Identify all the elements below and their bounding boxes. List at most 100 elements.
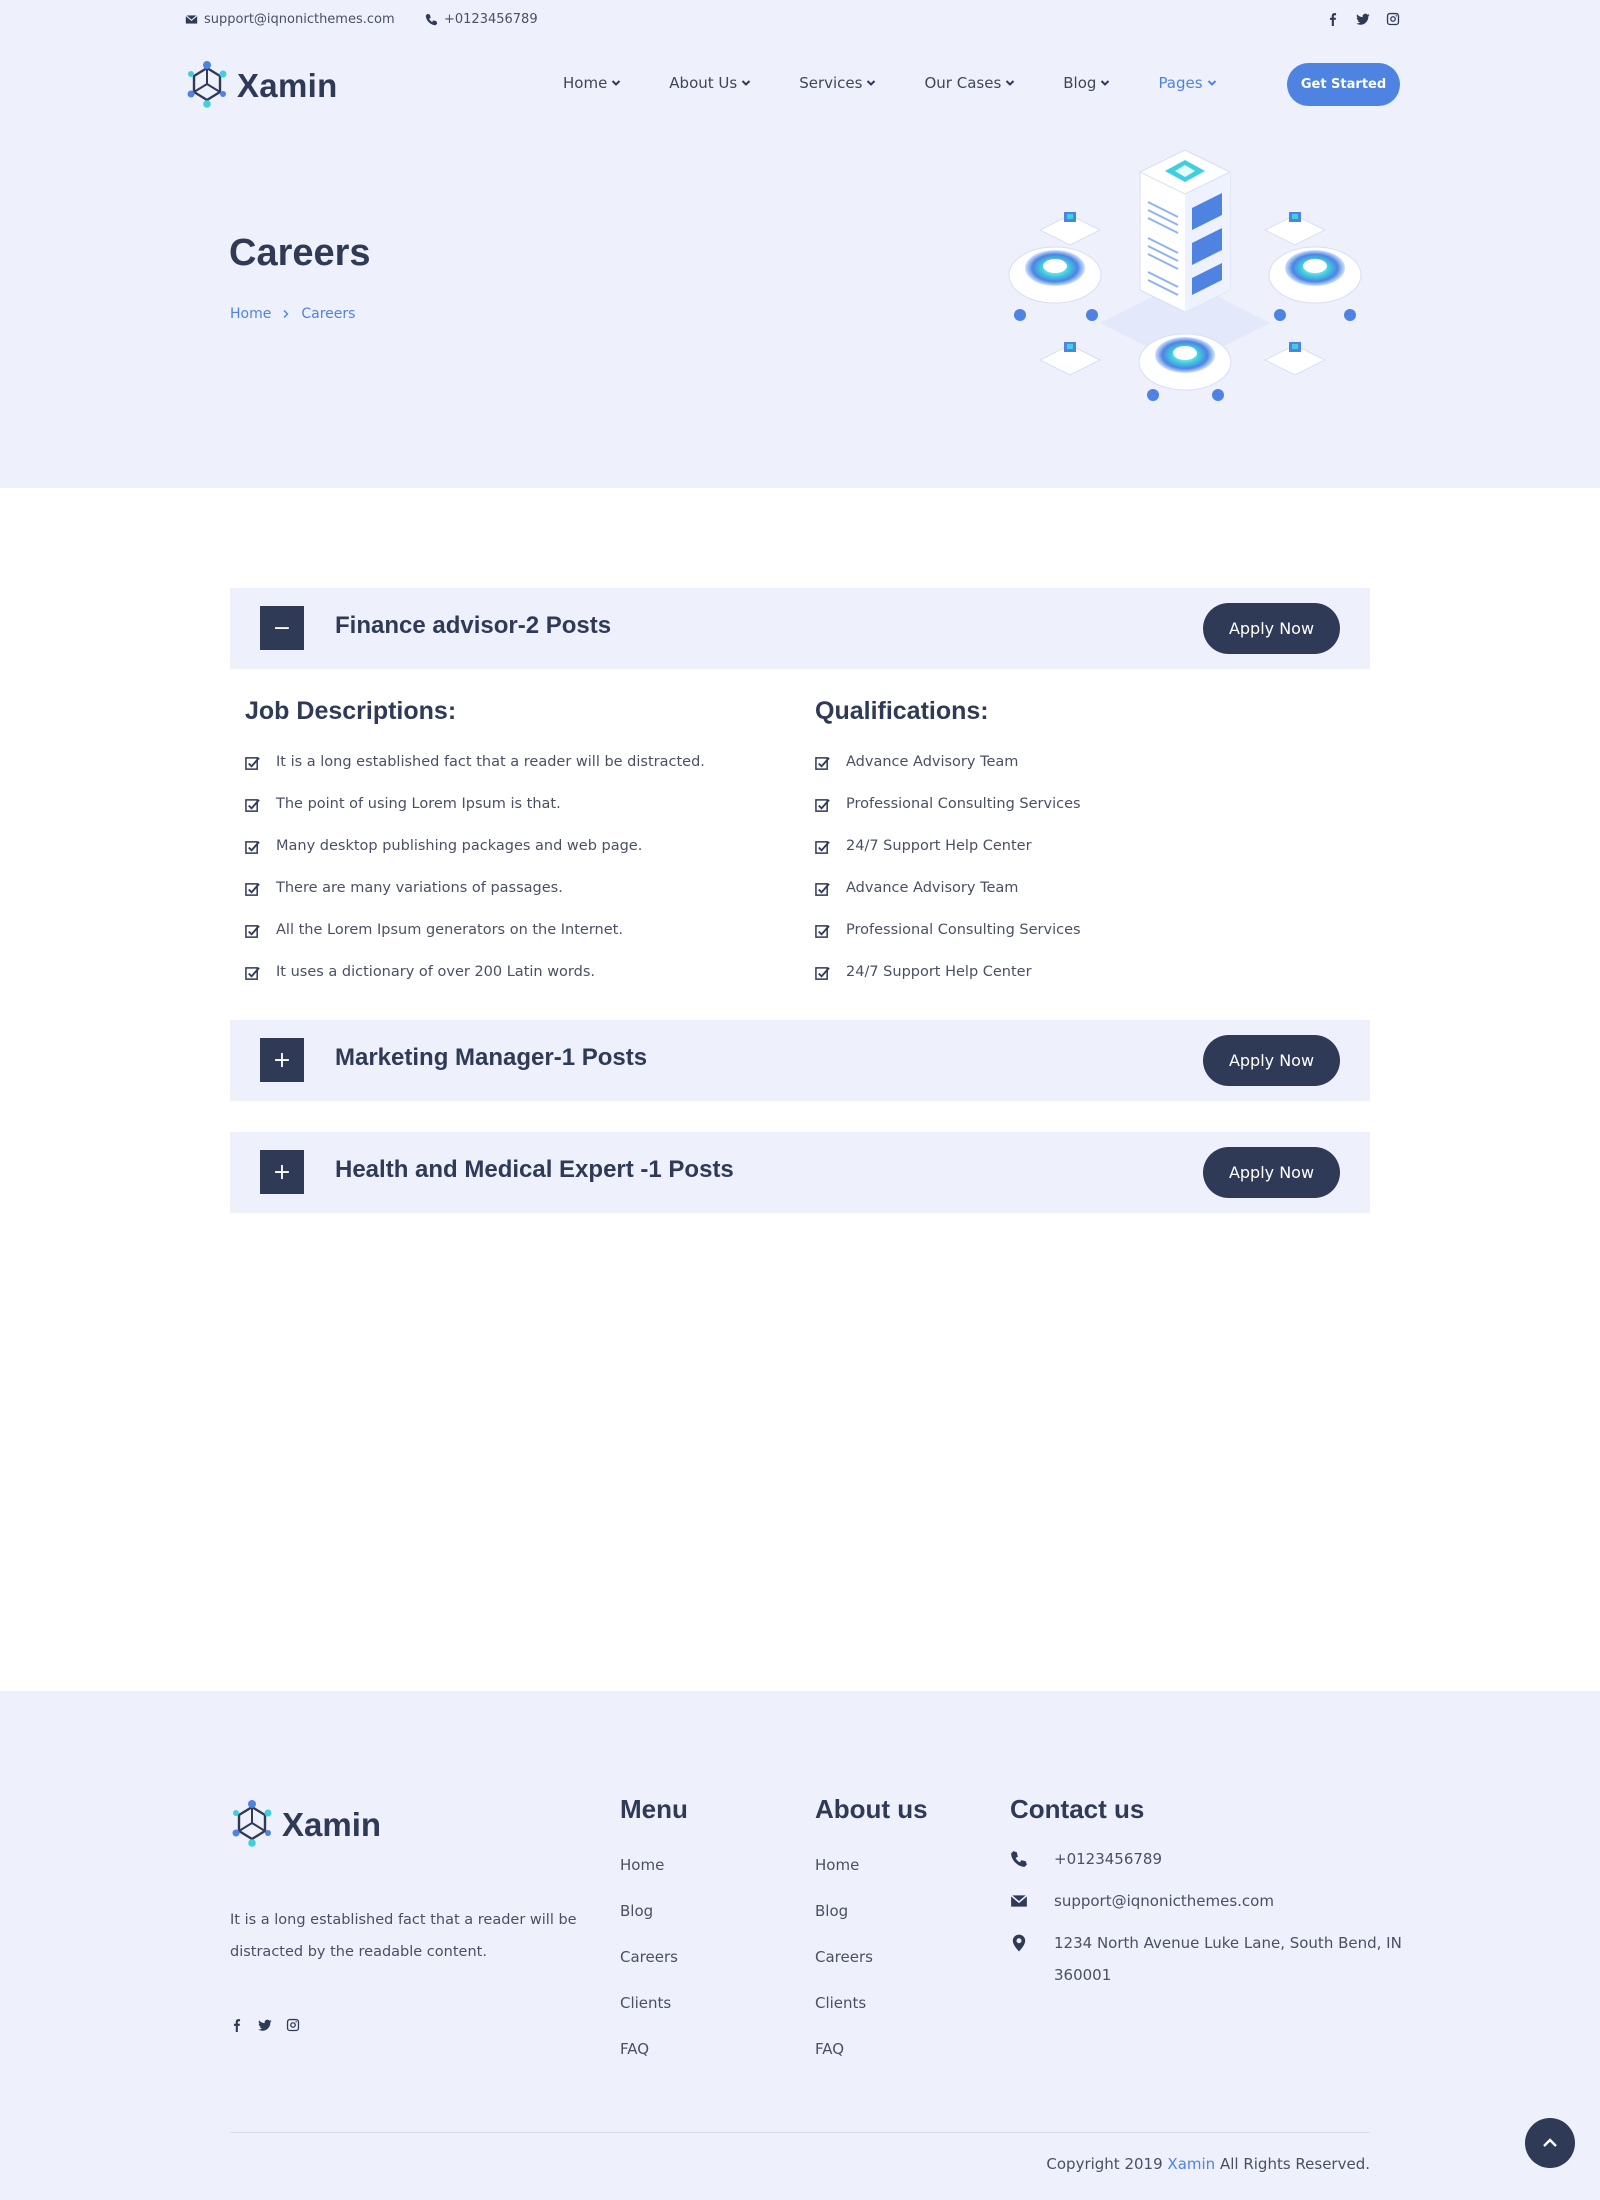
footer-brand-name: Xamin	[282, 1806, 382, 1843]
chevron-down-icon	[1006, 80, 1015, 86]
nav-item-label: Services	[799, 74, 863, 92]
footer-link[interactable]: Clients	[815, 1994, 873, 2040]
list-item: Many desktop publishing packages and web…	[245, 838, 705, 880]
facebook-icon[interactable]	[1326, 12, 1340, 26]
breadcrumb-current: Careers	[301, 306, 356, 322]
contact-email-text: support@iqnonicthemes.com	[1054, 1892, 1274, 1910]
brand-logo-link[interactable]: Xamin	[185, 60, 338, 112]
footer-contact-phone[interactable]: +0123456789	[1010, 1843, 1410, 1875]
facebook-icon[interactable]	[230, 2017, 244, 2032]
topbar-phone[interactable]: +0123456789	[425, 12, 538, 27]
breadcrumb-home-link[interactable]: Home	[230, 306, 271, 322]
contact-address-text: 1234 North Avenue Luke Lane, South Bend,…	[1054, 1934, 1402, 1984]
instagram-icon[interactable]	[286, 2017, 300, 2032]
footer-contact-email[interactable]: support@iqnonicthemes.com	[1010, 1885, 1410, 1917]
topbar-email[interactable]: support@iqnonicthemes.com	[185, 12, 395, 27]
job-title[interactable]: Marketing Manager-1 Posts	[335, 1044, 647, 1072]
job-title[interactable]: Health and Medical Expert -1 Posts	[335, 1156, 734, 1184]
job-accordion-header[interactable]: + Health and Medical Expert -1 Posts App…	[230, 1132, 1370, 1213]
instagram-icon[interactable]	[1386, 12, 1400, 26]
list-item-text: There are many variations of passages.	[276, 880, 563, 896]
list-item-text: 24/7 Support Help Center	[846, 964, 1032, 980]
list-item: Professional Consulting Services	[815, 796, 1081, 838]
list-item-text: Many desktop publishing packages and web…	[276, 838, 643, 854]
twitter-icon[interactable]	[1356, 12, 1370, 26]
twitter-icon[interactable]	[258, 2017, 272, 2031]
footer-link[interactable]: Careers	[620, 1948, 678, 1994]
footer-menu-links: Home Blog Careers Clients FAQ	[620, 1856, 678, 2086]
topbar-email-text: support@iqnonicthemes.com	[204, 12, 395, 27]
copyright-brand-link[interactable]: Xamin	[1167, 2155, 1215, 2173]
nav-item-label: Home	[563, 74, 608, 92]
checkbox-checked-icon	[815, 967, 830, 980]
nav-item-pages[interactable]: Pages	[1158, 74, 1216, 92]
list-item: Professional Consulting Services	[815, 922, 1081, 964]
chevron-down-icon	[867, 80, 876, 86]
expand-toggle-button[interactable]: +	[260, 1038, 304, 1082]
envelope-icon	[185, 15, 198, 24]
apply-now-button[interactable]: Apply Now	[1203, 1147, 1340, 1198]
nav-menu: Home About Us Services Our Cases Blog Pa…	[563, 74, 1265, 92]
copyright-suffix: All Rights Reserved.	[1219, 2155, 1370, 2173]
footer-link[interactable]: Home	[815, 1856, 873, 1902]
apply-now-button[interactable]: Apply Now	[1203, 603, 1340, 654]
chevron-down-icon	[612, 80, 621, 86]
checkbox-checked-icon	[245, 841, 260, 854]
list-item-text: 24/7 Support Help Center	[846, 838, 1032, 854]
topbar-phone-text: +0123456789	[444, 12, 538, 27]
checkbox-checked-icon	[815, 925, 830, 938]
job-title[interactable]: Finance advisor-2 Posts	[335, 612, 611, 640]
nav-item-blog[interactable]: Blog	[1063, 74, 1110, 92]
chevron-down-icon	[1207, 80, 1216, 86]
list-item: The point of using Lorem Ipsum is that.	[245, 796, 705, 838]
list-item: Advance Advisory Team	[815, 880, 1081, 922]
list-item: Advance Advisory Team	[815, 754, 1081, 796]
server-illustration	[1008, 149, 1362, 401]
get-started-button[interactable]: Get Started	[1287, 63, 1400, 106]
footer-link[interactable]: Blog	[620, 1902, 678, 1948]
brand-name: Xamin	[237, 67, 338, 104]
top-bar: support@iqnonicthemes.com +0123456789	[185, 12, 1400, 32]
footer-link[interactable]: FAQ	[815, 2040, 873, 2086]
footer-about-heading: About us	[815, 1794, 928, 1824]
nav-item-about-us[interactable]: About Us	[669, 74, 751, 92]
footer-contact-list: +0123456789 support@iqnonicthemes.com 12…	[1010, 1843, 1410, 2001]
footer-link[interactable]: Clients	[620, 1994, 678, 2040]
expand-toggle-button[interactable]: +	[260, 1150, 304, 1194]
footer-brand-logo-link[interactable]: Xamin	[230, 1799, 381, 1851]
job-accordion-header[interactable]: − Finance advisor-2 Posts Apply Now	[230, 588, 1370, 669]
qualifications-heading: Qualifications:	[815, 697, 989, 725]
phone-icon	[1011, 1851, 1027, 1867]
brand-logo-icon	[230, 1799, 274, 1851]
nav-item-label: Our Cases	[924, 74, 1002, 92]
footer-link[interactable]: FAQ	[620, 2040, 678, 2086]
list-item-text: Professional Consulting Services	[846, 796, 1081, 812]
apply-now-button[interactable]: Apply Now	[1203, 1035, 1340, 1086]
checkbox-checked-icon	[245, 799, 260, 812]
back-to-top-button[interactable]	[1525, 2118, 1575, 2168]
footer-social-links	[230, 2017, 300, 2032]
list-item: All the Lorem Ipsum generators on the In…	[245, 922, 705, 964]
topbar-social-links	[1326, 12, 1400, 26]
copyright-text: Copyright 2019 Xamin All Rights Reserved…	[1046, 2155, 1370, 2173]
nav-item-home[interactable]: Home	[563, 74, 621, 92]
nav-item-label: About Us	[669, 74, 738, 92]
footer-link[interactable]: Careers	[815, 1948, 873, 1994]
page-header: support@iqnonicthemes.com +0123456789 Xa…	[0, 0, 1600, 488]
nav-item-our-cases[interactable]: Our Cases	[924, 74, 1015, 92]
job-accordion-header[interactable]: + Marketing Manager-1 Posts Apply Now	[230, 1020, 1370, 1101]
job-descriptions-list: It is a long established fact that a rea…	[245, 754, 705, 1006]
nav-item-services[interactable]: Services	[799, 74, 876, 92]
collapse-toggle-button[interactable]: −	[260, 606, 304, 650]
chevron-up-icon	[1543, 2138, 1557, 2147]
list-item-text: All the Lorem Ipsum generators on the In…	[276, 922, 623, 938]
footer-link[interactable]: Home	[620, 1856, 678, 1902]
copyright-prefix: Copyright 2019	[1046, 2155, 1163, 2173]
phone-icon	[425, 13, 438, 26]
footer-link[interactable]: Blog	[815, 1902, 873, 1948]
page-title: Careers	[229, 232, 371, 274]
list-item: It uses a dictionary of over 200 Latin w…	[245, 964, 705, 1006]
breadcrumb: Home Careers	[230, 306, 355, 322]
contact-phone-text: +0123456789	[1054, 1850, 1163, 1868]
list-item-text: Professional Consulting Services	[846, 922, 1081, 938]
